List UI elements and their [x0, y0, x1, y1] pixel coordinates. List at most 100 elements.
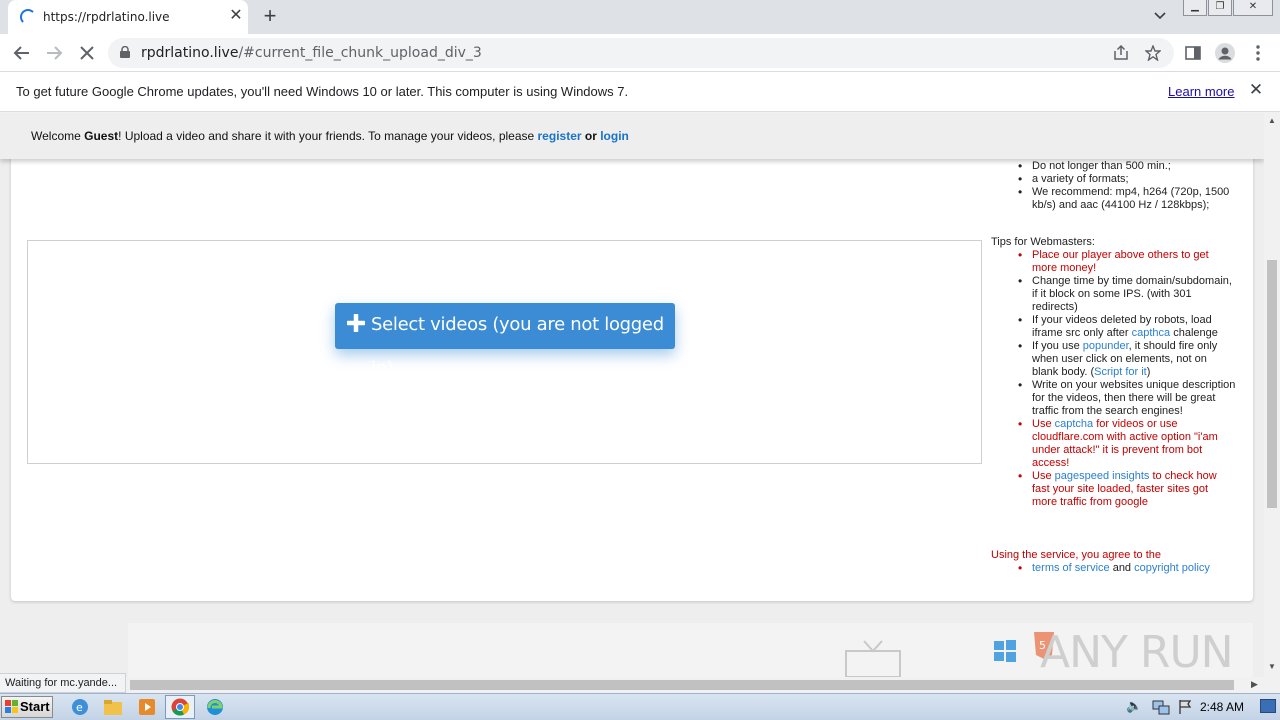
minimize-button[interactable]: ▁ [1183, 0, 1207, 16]
anyrun-watermark: ANY RUN [1040, 627, 1234, 677]
show-desktop-icon[interactable] [1260, 699, 1276, 713]
learn-more-link[interactable]: Learn more [1168, 84, 1234, 99]
svg-text:e: e [76, 701, 83, 714]
footer-strip: 5 ANY RUN [128, 623, 1253, 677]
welcome-prefix: Welcome [31, 129, 85, 143]
captcha-link[interactable]: capthca [1132, 327, 1171, 339]
windows-taskbar: Start e 🔈 2:48 AM [0, 693, 1280, 720]
scroll-up-arrow-icon[interactable]: ▲ [1268, 116, 1276, 125]
chrome-taskbar-button[interactable] [165, 695, 195, 719]
internet-explorer-icon[interactable]: e [69, 697, 91, 717]
tips-list: Place our player above others to get mor… [991, 249, 1236, 509]
profile-avatar-icon[interactable] [1214, 42, 1236, 64]
browser-toolbar: rpdrlatino.live/#current_file_chunk_uplo… [0, 34, 1280, 72]
status-bubble: Waiting for mc.yande... [0, 673, 126, 693]
volume-icon[interactable]: 🔈 [1126, 698, 1142, 714]
scroll-right-arrow-icon[interactable]: ▶ [1251, 679, 1258, 690]
list-item: If you use popunder, it should fire only… [991, 340, 1236, 379]
windows-flag-icon [5, 700, 18, 713]
tab-strip: https://rpdrlatino.live ✕ + ▁ ❐ ✕ [0, 0, 1280, 34]
scroll-down-arrow-icon[interactable]: ▼ [1268, 662, 1276, 671]
menu-kebab-icon[interactable] [1247, 42, 1269, 64]
url-domain: rpdrlatino.live [141, 45, 239, 61]
stop-loading-icon[interactable] [76, 42, 98, 64]
share-icon[interactable] [1110, 42, 1132, 64]
infobar-message: To get future Google Chrome updates, you… [16, 84, 629, 99]
login-link[interactable]: login [600, 129, 629, 143]
page-viewport: Select videos (you are not logged in) Do… [0, 113, 1264, 677]
select-videos-button[interactable]: Select videos (you are not logged in) [335, 303, 675, 379]
upload-card: Select videos (you are not logged in) Do… [11, 133, 1253, 601]
media-player-icon[interactable] [136, 697, 158, 717]
welcome-bar: Welcome Guest! Upload a video and share … [0, 113, 1264, 159]
taskbar-clock[interactable]: 2:48 AM [1200, 700, 1244, 714]
file-explorer-icon[interactable] [102, 697, 124, 717]
tip-text: chalenge [1170, 327, 1218, 339]
list-item: If your videos deleted by robots, load i… [991, 314, 1236, 340]
tip-text: Use [1032, 418, 1055, 430]
action-center-flag-icon[interactable] [1177, 699, 1193, 715]
requirements-list: Do not longer than 500 min.; a variety o… [991, 160, 1236, 212]
terms-link[interactable]: terms of service [1032, 562, 1110, 574]
update-infobar: To get future Google Chrome updates, you… [0, 72, 1280, 112]
restore-button[interactable]: ❐ [1208, 0, 1232, 16]
side-panel-icon[interactable] [1182, 42, 1204, 64]
welcome-text: Welcome Guest! Upload a video and share … [31, 129, 629, 143]
tab-search-chevron-icon[interactable] [1150, 8, 1170, 26]
pagespeed-link[interactable]: pagespeed insights [1055, 470, 1150, 482]
tab-close-icon[interactable]: ✕ [226, 6, 246, 26]
tip-text: ) [1146, 366, 1151, 378]
network-icon[interactable] [1152, 699, 1170, 715]
list-item: We recommend: mp4, h264 (720p, 1500 kb/s… [991, 186, 1236, 212]
list-item: Place our player above others to get mor… [991, 249, 1236, 275]
list-item: Change time by time domain/subdomain, if… [991, 275, 1236, 314]
vertical-scroll-thumb[interactable] [1267, 260, 1277, 508]
back-icon[interactable] [11, 42, 33, 64]
tips-heading: Tips for Webmasters: [991, 236, 1095, 248]
select-videos-label: Select videos (you are not logged in) [371, 314, 664, 379]
lock-icon [120, 46, 130, 58]
copyright-policy-link[interactable]: copyright policy [1134, 562, 1210, 574]
browser-tab[interactable]: https://rpdrlatino.live ✕ [8, 0, 248, 34]
list-item: Write on your websites unique descriptio… [991, 379, 1236, 418]
welcome-or: or [581, 129, 601, 143]
tip-text: If you use [1032, 340, 1083, 352]
window-close-button[interactable]: ✕ [1233, 0, 1273, 16]
edge-icon[interactable] [204, 697, 226, 717]
script-link[interactable]: Script for it [1094, 366, 1147, 378]
address-bar[interactable]: rpdrlatino.live/#current_file_chunk_uplo… [108, 38, 1174, 68]
list-item: Do not longer than 500 min.; [991, 160, 1236, 173]
loading-spinner-icon [20, 9, 36, 25]
welcome-middle: ! Upload a video and share it with your … [118, 129, 538, 143]
url-text: rpdrlatino.live/#current_file_chunk_uplo… [141, 45, 482, 61]
chrome-icon [171, 698, 189, 716]
new-tab-button[interactable]: + [258, 4, 282, 28]
agreement-section: Using the service, you agree to the term… [991, 549, 1236, 575]
forward-icon[interactable] [43, 42, 65, 64]
start-label: Start [20, 699, 50, 714]
captcha-link[interactable]: captcha [1055, 418, 1094, 430]
horizontal-scroll-thumb[interactable] [130, 680, 1234, 690]
vertical-scrollbar[interactable]: ▲ ▼ [1264, 113, 1280, 677]
tab-title: https://rpdrlatino.live [43, 10, 170, 24]
list-item: Use pagespeed insights to check how fast… [991, 470, 1236, 509]
list-item: terms of service and copyright policy [991, 562, 1236, 575]
agreement-list: terms of service and copyright policy [991, 562, 1236, 575]
tip-text: Use [1032, 470, 1055, 482]
tv-illustration-icon [845, 640, 901, 677]
url-path: /#current_file_chunk_upload_div_3 [238, 45, 482, 61]
bookmark-star-icon[interactable] [1142, 42, 1164, 64]
register-link[interactable]: register [538, 129, 582, 143]
agreement-and: and [1109, 562, 1135, 574]
plus-icon [347, 314, 365, 332]
popunder-link[interactable]: popunder [1083, 340, 1129, 352]
tips-section: Tips for Webmasters: Place our player ab… [991, 236, 1236, 509]
agreement-text: Using the service, you agree to the [991, 549, 1161, 561]
horizontal-scrollbar[interactable]: ▶ [0, 677, 1264, 693]
list-item: a variety of formats; [991, 173, 1236, 186]
list-item: Use captcha for videos or use cloudflare… [991, 418, 1236, 470]
infobar-close-icon[interactable]: ✕ [1246, 80, 1266, 100]
start-button[interactable]: Start [1, 696, 53, 718]
windows-logo-icon [994, 640, 1016, 662]
upload-dropzone[interactable]: Select videos (you are not logged in) [27, 240, 982, 464]
